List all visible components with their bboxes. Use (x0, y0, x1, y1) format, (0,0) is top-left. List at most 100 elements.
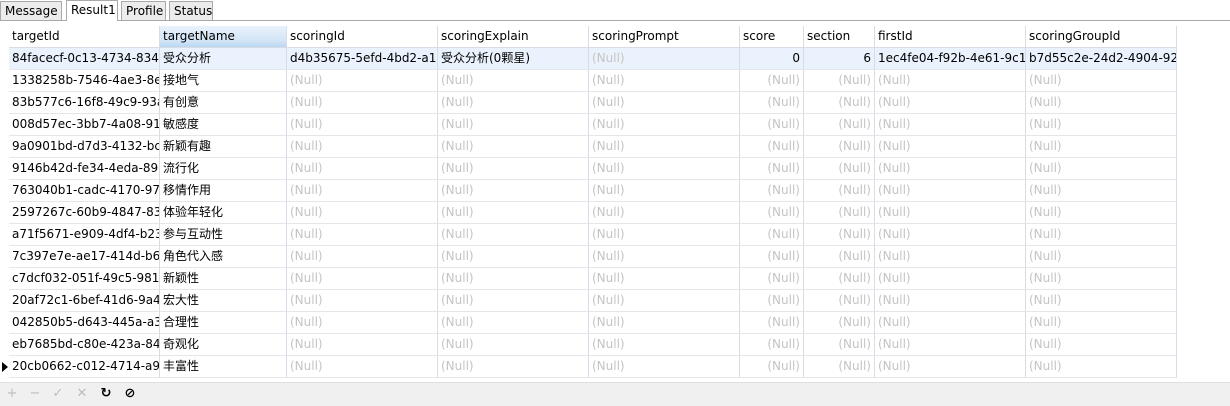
cell-scoring-group-id[interactable]: (Null) (1026, 268, 1177, 290)
cell-scoring-group-id[interactable]: (Null) (1026, 312, 1177, 334)
cell-target-name[interactable]: 合理性 (160, 312, 287, 334)
cell-first-id[interactable]: (Null) (875, 202, 1026, 224)
cell-scoring-prompt[interactable]: (Null) (589, 158, 740, 180)
cell-scoring-prompt[interactable]: (Null) (589, 114, 740, 136)
table-row[interactable]: 008d57ec-3bb7-4a08-918 敏感度 (Null) (Null) (Nu… (0, 114, 1230, 136)
cell-score[interactable]: (Null) (740, 114, 804, 136)
cell-scoring-explain[interactable]: (Null) (438, 136, 589, 158)
column-header-target-id[interactable]: targetId (9, 26, 160, 48)
cell-first-id[interactable]: (Null) (875, 246, 1026, 268)
cell-scoring-id[interactable]: (Null) (287, 114, 438, 136)
row-indicator[interactable] (0, 312, 9, 334)
cell-section[interactable]: (Null) (804, 180, 875, 202)
cell-score[interactable]: 0 (740, 48, 804, 70)
cell-target-id[interactable]: 9a0901bd-d7d3-4132-bcl (9, 136, 160, 158)
cell-scoring-explain[interactable]: (Null) (438, 246, 589, 268)
table-row[interactable]: 9146b42d-fe34-4eda-897 流行化 (Null) (Null) (Nu… (0, 158, 1230, 180)
row-indicator[interactable] (0, 268, 9, 290)
tab-message[interactable]: Message (0, 1, 62, 20)
tab-status[interactable]: Status (169, 1, 213, 20)
add-record-button[interactable]: + (4, 386, 20, 402)
row-indicator[interactable] (0, 224, 9, 246)
cell-scoring-prompt[interactable]: (Null) (589, 92, 740, 114)
cell-scoring-prompt[interactable]: (Null) (589, 224, 740, 246)
cell-section[interactable]: (Null) (804, 356, 875, 378)
cell-section[interactable]: (Null) (804, 202, 875, 224)
cell-section[interactable]: (Null) (804, 290, 875, 312)
cell-section[interactable]: (Null) (804, 136, 875, 158)
cell-first-id[interactable]: (Null) (875, 114, 1026, 136)
cell-scoring-prompt[interactable]: (Null) (589, 290, 740, 312)
row-indicator[interactable] (0, 356, 9, 378)
cell-scoring-prompt[interactable]: (Null) (589, 312, 740, 334)
cell-scoring-id[interactable]: (Null) (287, 290, 438, 312)
row-indicator[interactable] (0, 290, 9, 312)
cell-target-id[interactable]: 20cb0662-c012-4714-a90 (9, 356, 160, 378)
cell-section[interactable]: (Null) (804, 70, 875, 92)
cell-score[interactable]: (Null) (740, 312, 804, 334)
cell-scoring-prompt[interactable]: (Null) (589, 180, 740, 202)
cell-target-name[interactable]: 有创意 (160, 92, 287, 114)
column-header-first-id[interactable]: firstId (875, 26, 1026, 48)
cell-target-id[interactable]: 763040b1-cadc-4170-97b (9, 180, 160, 202)
cell-score[interactable]: (Null) (740, 334, 804, 356)
cell-scoring-group-id[interactable]: b7d55c2e-24d2-4904-92b (1026, 48, 1177, 70)
cell-section[interactable]: (Null) (804, 114, 875, 136)
cell-scoring-id[interactable]: (Null) (287, 312, 438, 334)
cell-scoring-id[interactable]: (Null) (287, 92, 438, 114)
table-row[interactable]: 763040b1-cadc-4170-97b 移情作用 (Null) (Null) (N… (0, 180, 1230, 202)
cell-score[interactable]: (Null) (740, 202, 804, 224)
table-row[interactable]: 9a0901bd-d7d3-4132-bcl 新颖有趣 (Null) (Null) (N… (0, 136, 1230, 158)
cell-target-id[interactable]: eb7685bd-c80e-423a-84c (9, 334, 160, 356)
cell-target-id[interactable]: 1338258b-7546-4ae3-8ee (9, 70, 160, 92)
cell-scoring-id[interactable]: (Null) (287, 356, 438, 378)
cell-scoring-id[interactable]: (Null) (287, 180, 438, 202)
cell-scoring-id[interactable]: (Null) (287, 158, 438, 180)
row-indicator[interactable] (0, 48, 9, 70)
table-row[interactable]: a71f5671-e909-4df4-b23c 参与互动性 (Null) (Null)… (0, 224, 1230, 246)
cell-scoring-group-id[interactable]: (Null) (1026, 246, 1177, 268)
cell-scoring-id[interactable]: (Null) (287, 268, 438, 290)
cell-scoring-explain[interactable]: (Null) (438, 334, 589, 356)
cell-scoring-prompt[interactable]: (Null) (589, 356, 740, 378)
column-header-scoring-id[interactable]: scoringId (287, 26, 438, 48)
column-header-section[interactable]: section (804, 26, 875, 48)
cell-first-id[interactable]: (Null) (875, 224, 1026, 246)
cell-score[interactable]: (Null) (740, 246, 804, 268)
table-row[interactable]: 84facecf-0c13-4734-834b 受众分析 d4b35675-5efd… (0, 48, 1230, 70)
cell-scoring-group-id[interactable]: (Null) (1026, 356, 1177, 378)
cell-scoring-group-id[interactable]: (Null) (1026, 180, 1177, 202)
cell-first-id[interactable]: (Null) (875, 136, 1026, 158)
cell-scoring-group-id[interactable]: (Null) (1026, 334, 1177, 356)
cell-target-id[interactable]: a71f5671-e909-4df4-b23c (9, 224, 160, 246)
row-indicator[interactable] (0, 334, 9, 356)
cell-target-id[interactable]: 008d57ec-3bb7-4a08-918 (9, 114, 160, 136)
cell-score[interactable]: (Null) (740, 180, 804, 202)
cell-first-id[interactable]: (Null) (875, 268, 1026, 290)
cell-scoring-prompt[interactable]: (Null) (589, 334, 740, 356)
cell-target-id[interactable]: 83b577c6-16f8-49c9-93a9 (9, 92, 160, 114)
cell-first-id[interactable]: (Null) (875, 158, 1026, 180)
row-indicator[interactable] (0, 70, 9, 92)
delete-record-button[interactable]: − (27, 386, 43, 402)
table-row[interactable]: 2597267c-60b9-4847-83c 体验年轻化 (Null) (Null)(… (0, 202, 1230, 224)
cell-scoring-explain[interactable]: 受众分析(0颗星) (438, 48, 589, 70)
cell-scoring-group-id[interactable]: (Null) (1026, 224, 1177, 246)
cell-scoring-group-id[interactable]: (Null) (1026, 136, 1177, 158)
cell-target-name[interactable]: 体验年轻化 (160, 202, 287, 224)
cell-first-id[interactable]: (Null) (875, 312, 1026, 334)
cell-section[interactable]: (Null) (804, 224, 875, 246)
cell-target-id[interactable]: 9146b42d-fe34-4eda-897 (9, 158, 160, 180)
cell-score[interactable]: (Null) (740, 92, 804, 114)
cell-section[interactable]: (Null) (804, 312, 875, 334)
cell-first-id[interactable]: (Null) (875, 334, 1026, 356)
cell-target-name[interactable]: 新颖有趣 (160, 136, 287, 158)
table-row[interactable]: c7dcf032-051f-49c5-9811 新颖性 (Null) (Null) (N… (0, 268, 1230, 290)
cell-scoring-id[interactable]: (Null) (287, 334, 438, 356)
cell-scoring-prompt[interactable]: (Null) (589, 70, 740, 92)
cell-scoring-prompt[interactable]: (Null) (589, 202, 740, 224)
cell-target-id[interactable]: 7c397e7e-ae17-414d-b69 (9, 246, 160, 268)
cell-target-name[interactable]: 流行化 (160, 158, 287, 180)
cell-scoring-explain[interactable]: (Null) (438, 202, 589, 224)
cell-target-name[interactable]: 丰富性 (160, 356, 287, 378)
